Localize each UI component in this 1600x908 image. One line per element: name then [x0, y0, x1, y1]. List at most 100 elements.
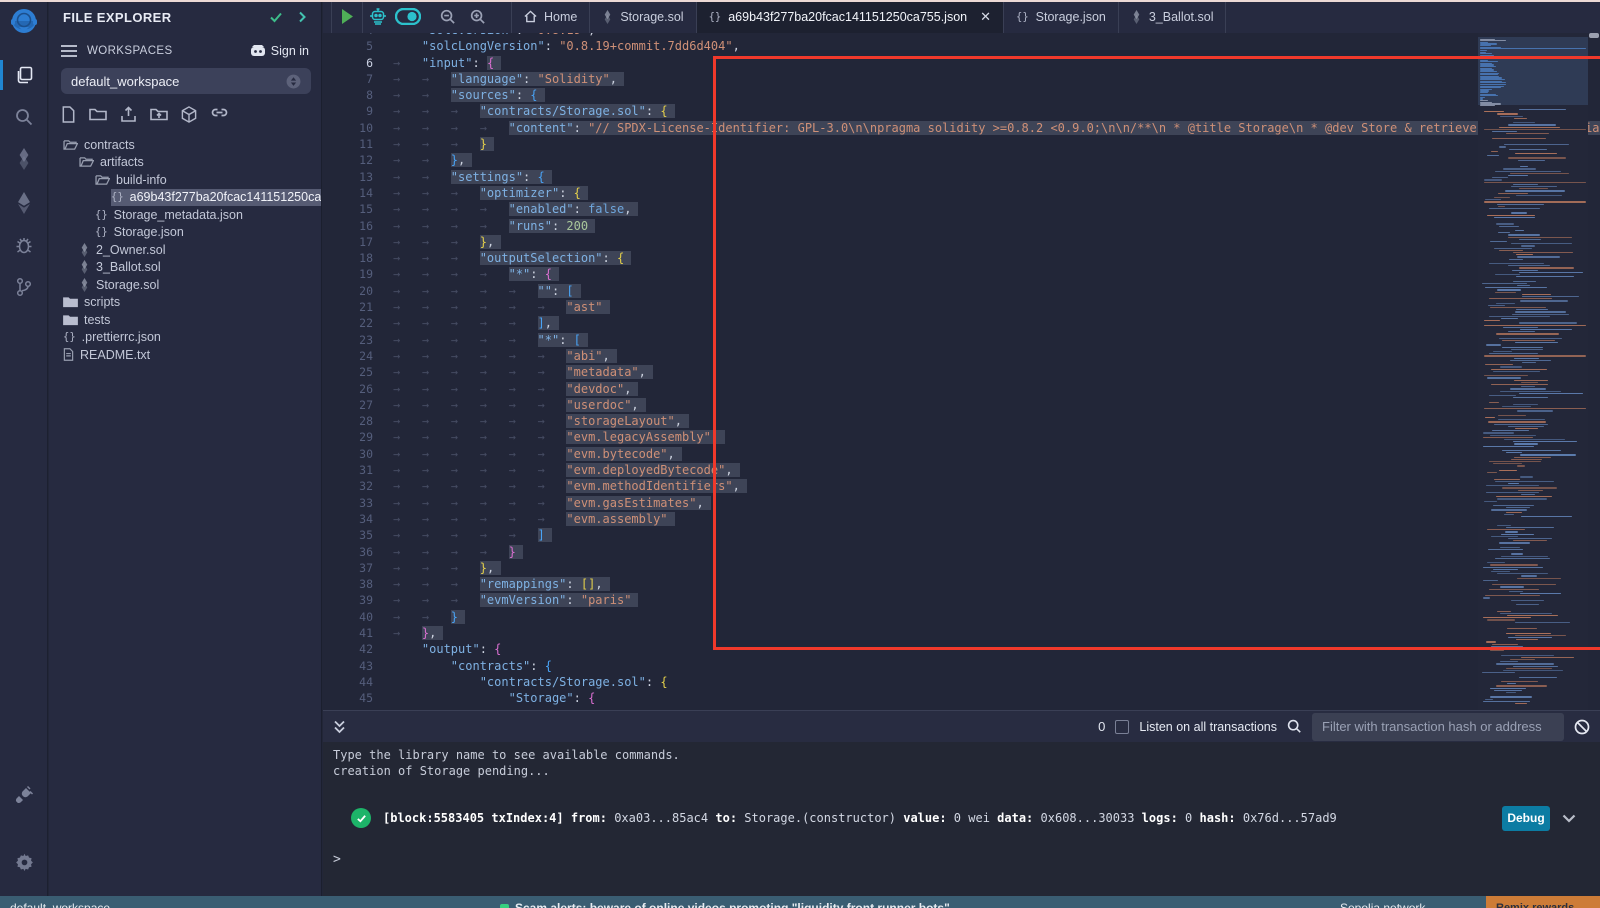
tab-storage-sol[interactable]: Storage.sol: [590, 0, 696, 33]
code-line-31[interactable]: 31→ → → → → → "evm.deployedBytecode",: [323, 462, 1600, 478]
upload-folder-icon[interactable]: [150, 106, 168, 123]
tab-3-ballot-sol[interactable]: 3_Ballot.sol: [1119, 0, 1227, 33]
remix-ai-robot-icon[interactable]: [363, 0, 393, 33]
tab-home[interactable]: Home: [511, 0, 590, 33]
collapse-terminal-icon[interactable]: [333, 720, 346, 734]
code-line-40[interactable]: 40→ → }: [323, 609, 1600, 625]
tree-item-artifacts[interactable]: artifacts: [49, 154, 321, 172]
git-icon[interactable]: [0, 270, 48, 304]
minimap[interactable]: [1478, 33, 1588, 710]
code-line-11[interactable]: 11→ → → }: [323, 136, 1600, 152]
tab-storage-json[interactable]: {}Storage.json: [1004, 0, 1119, 33]
editor-scrollbar[interactable]: [1588, 33, 1600, 710]
new-file-icon[interactable]: [61, 106, 76, 123]
code-line-6[interactable]: 6→ "input": {: [323, 55, 1600, 71]
code-line-22[interactable]: 22→ → → → → ],: [323, 315, 1600, 331]
tree-item-storage-json[interactable]: {}Storage.json: [49, 224, 321, 242]
code-line-20[interactable]: 20→ → → → → "": [: [323, 283, 1600, 299]
deploy-run-icon[interactable]: [0, 186, 48, 220]
transaction-log-row[interactable]: [block:5583405 txIndex:4] from: 0xa03...…: [351, 798, 1590, 838]
code-line-13[interactable]: 13→ → "settings": {: [323, 169, 1600, 185]
tx-expand-chevron-icon[interactable]: [1562, 814, 1576, 823]
upload-file-icon[interactable]: [120, 106, 137, 123]
code-line-21[interactable]: 21→ → → → → → "ast": [323, 299, 1600, 315]
tree-item-tests[interactable]: tests: [49, 311, 321, 329]
code-line-28[interactable]: 28→ → → → → → "storageLayout",: [323, 413, 1600, 429]
clear-console-icon[interactable]: [1574, 719, 1590, 735]
code-line-29[interactable]: 29→ → → → → → "evm.legacyAssembly",: [323, 429, 1600, 445]
settings-gear-icon[interactable]: [0, 844, 48, 878]
ipfs-cube-icon[interactable]: [181, 106, 197, 123]
zoom-out-icon[interactable]: [433, 0, 463, 33]
workspaces-menu-icon[interactable]: [61, 45, 77, 57]
code-line-27[interactable]: 27→ → → → → → "userdoc",: [323, 397, 1600, 413]
new-folder-icon[interactable]: [89, 106, 107, 123]
file-explorer-icon[interactable]: [0, 58, 48, 92]
ai-toggle-icon[interactable]: [393, 0, 423, 33]
tree-item-storage-metadata-json[interactable]: {}Storage_metadata.json: [49, 206, 321, 224]
code-line-9[interactable]: 9→ → → "contracts/Storage.sol": {: [323, 103, 1600, 119]
status-alert[interactable]: Scam alerts: beware of online videos pro…: [500, 901, 950, 908]
panel-expand-icon[interactable]: [297, 11, 307, 23]
code-line-36[interactable]: 36→ → → → }: [323, 544, 1600, 560]
status-network[interactable]: Sepolia network: [1340, 901, 1425, 908]
link-icon[interactable]: [210, 106, 229, 123]
code-editor[interactable]: 4 "solcVersion": "0.8.19",5 "solcLongVer…: [323, 33, 1600, 710]
code-line-37[interactable]: 37→ → → },: [323, 560, 1600, 576]
code-line-38[interactable]: 38→ → → "remappings": [],: [323, 576, 1600, 592]
code-line-19[interactable]: 19→ → → → "*": {: [323, 266, 1600, 282]
code-line-39[interactable]: 39→ → → "evmVersion": "paris": [323, 592, 1600, 608]
tree-item--prettierrc-json[interactable]: {}.prettierrc.json: [49, 329, 321, 347]
tree-item-scripts[interactable]: scripts: [49, 294, 321, 312]
remix-logo-icon[interactable]: [0, 6, 48, 40]
code-line-5[interactable]: 5 "solcLongVersion": "0.8.19+commit.7dd6…: [323, 38, 1600, 54]
search-icon[interactable]: [0, 100, 48, 134]
code-line-16[interactable]: 16→ → → → "runs": 200: [323, 218, 1600, 234]
code-line-24[interactable]: 24→ → → → → → "abi",: [323, 348, 1600, 364]
run-script-icon[interactable]: [332, 0, 362, 33]
code-line-43[interactable]: 43 "contracts": {: [323, 658, 1600, 674]
code-line-26[interactable]: 26→ → → → → → "devdoc",: [323, 381, 1600, 397]
tree-item-3-ballot-sol[interactable]: 3_Ballot.sol: [49, 259, 321, 277]
status-workspace[interactable]: default_workspace: [10, 901, 110, 908]
code-line-17[interactable]: 17→ → → },: [323, 234, 1600, 250]
code-line-30[interactable]: 30→ → → → → → "evm.bytecode",: [323, 446, 1600, 462]
tree-item-contracts[interactable]: contracts: [49, 136, 321, 154]
tree-item-build-info[interactable]: build-info: [49, 171, 321, 189]
code-line-7[interactable]: 7→ → "language": "Solidity",: [323, 71, 1600, 87]
code-line-45[interactable]: 45 "Storage": {: [323, 690, 1600, 706]
code-line-42[interactable]: 42 "output": {: [323, 641, 1600, 657]
status-orange-badge[interactable]: Remix rewards: [1486, 896, 1600, 908]
tree-item-storage-sol[interactable]: Storage.sol: [49, 276, 321, 294]
solidity-compiler-icon[interactable]: [0, 142, 48, 176]
sign-in-button[interactable]: Sign in: [250, 44, 309, 58]
check-icon[interactable]: [269, 10, 283, 24]
code-line-10[interactable]: 10→ → → → "content": "// SPDX-License-Id…: [323, 120, 1600, 136]
code-line-12[interactable]: 12→ → },: [323, 152, 1600, 168]
plugin-manager-icon[interactable]: [0, 778, 48, 812]
close-tab-icon[interactable]: ✕: [980, 9, 991, 25]
terminal-prompt[interactable]: >: [333, 852, 341, 867]
code-line-8[interactable]: 8→ → "sources": {: [323, 87, 1600, 103]
transaction-filter-input[interactable]: [1312, 713, 1564, 741]
code-line-41[interactable]: 41→ },: [323, 625, 1600, 641]
listen-checkbox[interactable]: [1115, 720, 1129, 734]
code-line-35[interactable]: 35→ → → → → ]: [323, 527, 1600, 543]
code-line-33[interactable]: 33→ → → → → → "evm.gasEstimates",: [323, 495, 1600, 511]
code-line-32[interactable]: 32→ → → → → → "evm.methodIdentifiers",: [323, 478, 1600, 494]
code-line-23[interactable]: 23→ → → → → "*": [: [323, 332, 1600, 348]
tree-item-readme-txt[interactable]: README.txt: [49, 346, 321, 364]
code-line-34[interactable]: 34→ → → → → → "evm.assembly": [323, 511, 1600, 527]
tree-item-a69b43f277ba20fcac141151250ca7-[interactable]: {}a69b43f277ba20fcac141151250ca7...: [49, 189, 321, 207]
tree-item-2-owner-sol[interactable]: 2_Owner.sol: [49, 241, 321, 259]
zoom-in-icon[interactable]: [463, 0, 493, 33]
debug-button[interactable]: Debug: [1502, 806, 1550, 831]
code-line-25[interactable]: 25→ → → → → → "metadata",: [323, 364, 1600, 380]
code-line-14[interactable]: 14→ → → "optimizer": {: [323, 185, 1600, 201]
workspace-dropdown[interactable]: default_workspace: [61, 68, 311, 94]
terminal-search-icon[interactable]: [1287, 719, 1302, 734]
code-line-18[interactable]: 18→ → → "outputSelection": {: [323, 250, 1600, 266]
debugger-icon[interactable]: [0, 228, 48, 262]
code-line-15[interactable]: 15→ → → → "enabled": false,: [323, 201, 1600, 217]
code-line-44[interactable]: 44 "contracts/Storage.sol": {: [323, 674, 1600, 690]
